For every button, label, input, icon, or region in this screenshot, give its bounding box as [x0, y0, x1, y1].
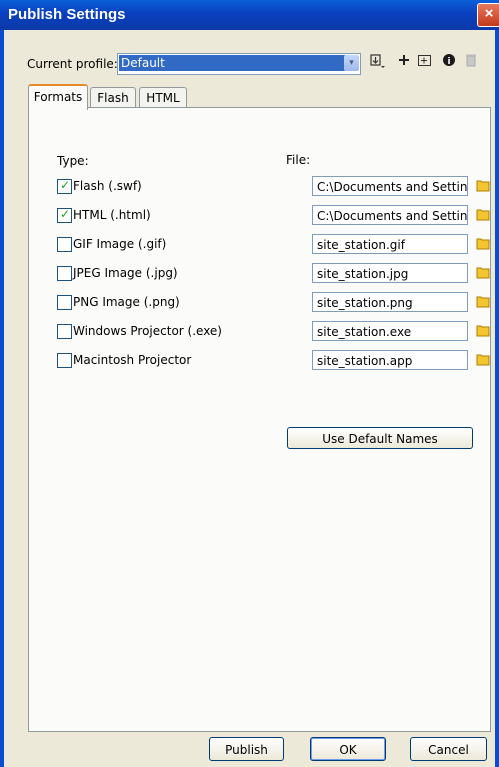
delete-profile-icon[interactable] [463, 53, 479, 73]
html-file-input[interactable]: C:\Documents and Settings [312, 205, 468, 225]
type-header: Type: [57, 154, 89, 168]
gif-file-input[interactable]: site_station.gif [312, 234, 468, 254]
current-profile-label: Current profile: [27, 57, 118, 71]
flash-file-input[interactable]: C:\Documents and Settings [312, 176, 468, 196]
macintosh-projector-label: Macintosh Projector [73, 353, 192, 367]
profile-info-icon[interactable]: i [441, 53, 457, 73]
window-title: Publish Settings [8, 6, 126, 23]
gif-checkbox[interactable] [57, 237, 72, 252]
folder-icon[interactable] [476, 265, 490, 279]
add-profile-icon[interactable] [396, 53, 412, 73]
jpeg-file-input[interactable]: site_station.jpg [312, 263, 468, 283]
ok-button[interactable]: OK [310, 737, 386, 761]
duplicate-profile-icon[interactable] [416, 53, 434, 73]
html-label: HTML (.html) [73, 208, 151, 222]
windows-projector-checkbox[interactable] [57, 324, 72, 339]
folder-icon[interactable] [476, 352, 490, 366]
svg-text:i: i [447, 57, 450, 67]
folder-icon[interactable] [476, 236, 490, 250]
folder-icon[interactable] [476, 323, 490, 337]
tab-flash[interactable]: Flash [90, 87, 136, 108]
folder-icon[interactable] [476, 207, 490, 221]
folder-icon[interactable] [476, 294, 490, 308]
folder-icon[interactable] [476, 178, 490, 192]
tab-html[interactable]: HTML [139, 87, 187, 108]
png-file-input[interactable]: site_station.png [312, 292, 468, 312]
formats-panel: Type: File: ✓ Flash (.swf) C:\Documents … [28, 107, 491, 732]
png-label: PNG Image (.png) [73, 295, 180, 309]
current-profile-value: Default [119, 55, 345, 71]
html-checkbox[interactable]: ✓ [57, 207, 72, 223]
png-checkbox[interactable] [57, 295, 72, 310]
window-frame-right [495, 30, 499, 767]
chevron-down-icon[interactable]: ▾ [344, 55, 359, 71]
tab-formats[interactable]: Formats [28, 84, 88, 110]
title-bar: Publish Settings × [0, 0, 499, 30]
publish-button[interactable]: Publish [209, 737, 284, 761]
gif-label: GIF Image (.gif) [73, 237, 167, 251]
check-icon: ✓ [60, 207, 71, 221]
macintosh-projector-checkbox[interactable] [57, 353, 72, 368]
import-export-icon[interactable] [367, 53, 389, 73]
cancel-button[interactable]: Cancel [410, 737, 487, 761]
windows-projector-label: Windows Projector (.exe) [73, 324, 222, 338]
windows-projector-file-input[interactable]: site_station.exe [312, 321, 468, 341]
file-header: File: [286, 153, 311, 167]
jpeg-label: JPEG Image (.jpg) [73, 266, 178, 280]
current-profile-select[interactable]: Default ▾ [117, 53, 361, 75]
macintosh-projector-file-input[interactable]: site_station.app [312, 350, 468, 370]
flash-checkbox[interactable]: ✓ [57, 178, 72, 194]
use-default-names-button[interactable]: Use Default Names [287, 427, 473, 449]
window-frame-left [0, 30, 4, 767]
flash-label: Flash (.swf) [73, 179, 142, 193]
close-button[interactable]: × [477, 3, 499, 27]
check-icon: ✓ [60, 178, 71, 192]
jpeg-checkbox[interactable] [57, 266, 72, 281]
